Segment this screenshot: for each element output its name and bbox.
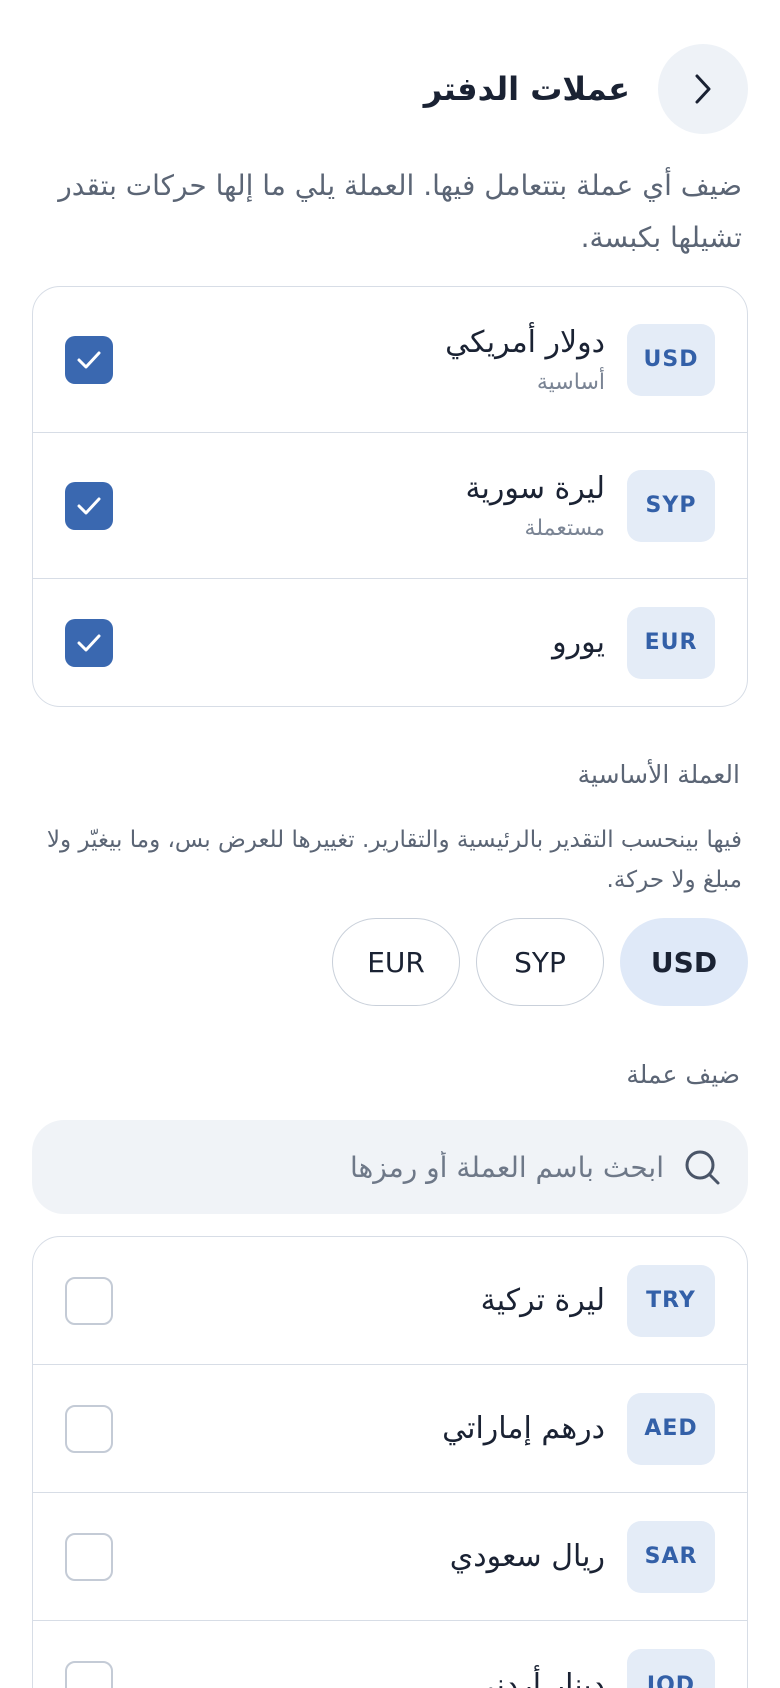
add-currency-label: ضيف عملة xyxy=(626,1060,740,1089)
currency-row-sar[interactable]: SAR ريال سعودي xyxy=(33,1493,747,1621)
currency-row-usd[interactable]: USD دولار أمريكي أساسية xyxy=(33,287,747,433)
base-currency-option-syp[interactable]: SYP xyxy=(476,918,604,1006)
base-currency-option-usd[interactable]: USD xyxy=(620,918,748,1006)
intro-text: ضيف أي عملة بتتعامل فيها. العملة يلي ما … xyxy=(58,169,742,254)
currency-checkbox-jod[interactable] xyxy=(65,1661,113,1688)
currency-name: يورو xyxy=(552,625,605,660)
currency-checkbox-syp[interactable] xyxy=(65,481,113,530)
currency-row-jod[interactable]: JOD دينار أردني xyxy=(33,1621,747,1688)
currency-name: دولار أمريكي xyxy=(445,324,605,360)
currency-code-badge: JOD xyxy=(627,1649,715,1688)
currency-code-badge: EUR xyxy=(627,606,715,679)
currency-code-badge: TRY xyxy=(627,1264,715,1337)
check-icon xyxy=(77,634,101,651)
currency-row-eur[interactable]: EUR يورو xyxy=(33,579,747,706)
currency-code-badge: SAR xyxy=(627,1520,715,1593)
active-currencies-list: USD دولار أمريكي أساسية SYP ليرة سورية م… xyxy=(32,286,748,707)
base-currency-label: العملة الأساسية xyxy=(577,760,740,789)
check-icon xyxy=(77,351,101,368)
currency-name: درهم إماراتي xyxy=(442,1411,605,1446)
currency-name: ليرة تركية xyxy=(480,1283,605,1318)
search-input[interactable] xyxy=(58,1137,664,1197)
base-currency-option-eur[interactable]: EUR xyxy=(332,918,460,1006)
currency-checkbox-sar[interactable] xyxy=(65,1532,113,1581)
currency-name: ريال سعودي xyxy=(449,1539,605,1574)
back-button[interactable] xyxy=(658,44,748,134)
search-box xyxy=(32,1120,748,1214)
chevron-right-icon xyxy=(695,74,711,104)
currency-code-badge: USD xyxy=(627,323,715,396)
currency-checkbox-try[interactable] xyxy=(65,1276,113,1325)
check-icon xyxy=(77,497,101,514)
currency-row-aed[interactable]: AED درهم إماراتي xyxy=(33,1365,747,1493)
currency-code-badge: AED xyxy=(627,1392,715,1465)
currency-name: ليرة سورية xyxy=(465,470,605,506)
base-currency-selector: USD SYP EUR xyxy=(332,918,748,1006)
currency-status: أساسية xyxy=(536,369,605,395)
page-title: عملات الدفتر xyxy=(423,70,630,108)
currency-name: دينار أردني xyxy=(471,1667,605,1688)
currency-checkbox-aed[interactable] xyxy=(65,1404,113,1453)
available-currencies-list: TRY ليرة تركية AED درهم إماراتي SAR ريال… xyxy=(32,1236,748,1688)
currency-checkbox-eur[interactable] xyxy=(65,618,113,667)
currency-status: مستعملة xyxy=(524,515,605,541)
currency-row-syp[interactable]: SYP ليرة سورية مستعملة xyxy=(33,433,747,579)
currency-code-badge: SYP xyxy=(627,469,715,542)
header: عملات الدفتر xyxy=(32,44,748,134)
currency-checkbox-usd[interactable] xyxy=(65,335,113,384)
currency-row-try[interactable]: TRY ليرة تركية xyxy=(33,1237,747,1365)
search-icon xyxy=(685,1150,720,1185)
base-currency-description: فيها بينحسب التقدير بالرئيسية والتقارير.… xyxy=(46,827,742,893)
